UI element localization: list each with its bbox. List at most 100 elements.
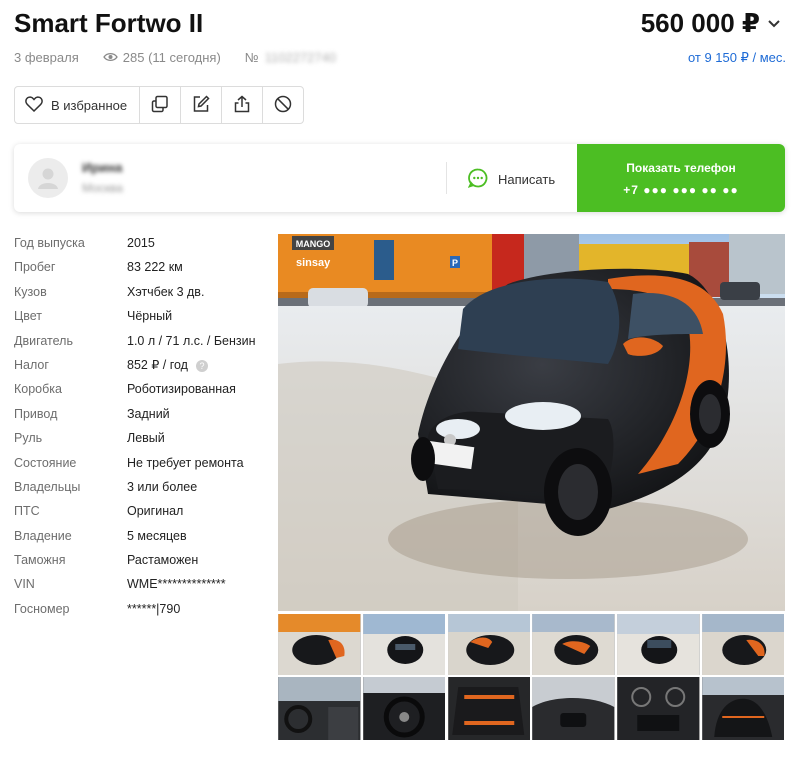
parking-sign: P <box>452 258 458 268</box>
spec-row: Состояние Не требует ремонта <box>14 454 269 473</box>
divider <box>446 162 447 194</box>
spec-value: 5 месяцев <box>127 528 187 543</box>
spec-row: Двигатель 1.0 л / 71 л.с. / Бензин <box>14 332 269 351</box>
price[interactable]: 560 000 ₽ <box>641 8 780 39</box>
seller-card: Ирина Москва Написать Показать телефон +… <box>14 144 785 212</box>
spec-row: Пробег 83 222 км <box>14 258 269 277</box>
note-button[interactable] <box>181 87 223 123</box>
price-value: 560 000 ₽ <box>640 8 760 38</box>
thumbnail[interactable] <box>278 614 361 675</box>
spec-key: Владение <box>14 528 72 543</box>
views-count: 285 (11 сегодня) <box>102 50 221 65</box>
spec-row: Коробка Роботизированная <box>14 380 269 399</box>
views-text: 285 (11 сегодня) <box>122 50 221 65</box>
spec-key: Год выпуска <box>14 236 85 250</box>
spec-value: Роботизированная <box>127 382 236 397</box>
copy-icon <box>151 95 169 116</box>
seller-name[interactable]: Ирина <box>82 160 122 175</box>
specs-table: Год выпуска 2015 Пробег 83 222 км Кузов Хэт… <box>14 234 269 624</box>
spec-key: Руль <box>14 431 43 446</box>
spec-key: Цвет <box>14 309 43 324</box>
thumbnail[interactable] <box>701 614 785 675</box>
thumbnail[interactable] <box>362 614 446 675</box>
spec-key: VIN <box>14 577 35 592</box>
spec-value: Левый <box>127 431 165 446</box>
spec-row: ПТС Оригинал <box>14 502 269 521</box>
spec-key: Пробег <box>14 260 56 275</box>
spec-value: Задний <box>127 406 170 421</box>
write-label: Написать <box>498 172 556 187</box>
spec-row: Год выпуска 2015 <box>14 234 269 253</box>
spec-key: Коробка <box>14 382 62 397</box>
spec-row: VIN WME************** <box>14 575 269 594</box>
spec-key: Таможня <box>14 553 66 568</box>
spec-row: Налог 852 ₽ / год? <box>14 356 269 375</box>
eye-icon <box>102 50 118 65</box>
spec-row: Руль Левый <box>14 429 269 448</box>
spec-value: Оригинал <box>127 504 184 519</box>
write-message-button[interactable]: Написать <box>467 168 556 191</box>
listing-date: 3 февраля <box>14 50 79 65</box>
compare-button[interactable] <box>140 87 182 123</box>
tax-value: 852 ₽ / год <box>127 357 188 372</box>
thumbnail[interactable] <box>362 677 446 740</box>
edit-icon <box>192 94 210 116</box>
spec-row: Владение 5 месяцев <box>14 527 269 546</box>
thumbnail[interactable] <box>617 677 700 740</box>
spec-row: Владельцы 3 или более <box>14 478 269 497</box>
show-phone-label: Показать телефон <box>626 161 736 175</box>
spec-row: Привод Задний <box>14 405 269 424</box>
listing-id: № 1102272740 <box>245 50 336 65</box>
credit-link[interactable]: от 9 150 ₽ / мес. <box>688 50 786 66</box>
spec-row: Госномер ******|790 <box>14 600 269 619</box>
action-toolbar: В избранное <box>14 86 305 124</box>
chevron-down-icon[interactable] <box>768 15 780 33</box>
thumbnail[interactable] <box>617 614 700 675</box>
thumbnail[interactable] <box>532 614 615 675</box>
spec-value: 852 ₽ / год? <box>127 356 269 375</box>
store-sign-sinsay: sinsay <box>296 257 331 269</box>
main-photo[interactable]: MANGO sinsay P <box>278 234 785 611</box>
chat-icon <box>467 168 488 191</box>
thumbnail-gallery <box>278 614 785 740</box>
spec-value: WME************** <box>127 577 226 592</box>
store-sign-mango: MANGO <box>296 239 331 249</box>
thumbnail[interactable] <box>278 677 361 740</box>
listing-id-value: 1102272740 <box>264 50 337 65</box>
spec-value: Растаможен <box>127 553 199 568</box>
spec-row: Кузов Хэтчбек 3 дв. <box>14 283 269 302</box>
page-title: Smart Fortwo II <box>14 8 204 38</box>
avatar[interactable] <box>28 158 68 198</box>
spec-key: Двигатель <box>14 333 73 348</box>
spec-value: Чёрный <box>127 309 173 324</box>
spec-key: Налог <box>14 357 49 372</box>
spec-value: 3 или более <box>127 479 198 494</box>
spec-key: Кузов <box>14 284 47 299</box>
heart-icon <box>25 95 43 115</box>
show-phone-button[interactable]: Показать телефон +7 ●●● ●●● ●● ●● <box>577 144 785 212</box>
spec-key: Госномер <box>14 601 70 616</box>
spec-value: ******|790 <box>127 601 181 616</box>
thumbnail[interactable] <box>701 677 785 740</box>
spec-row: Цвет Чёрный <box>14 307 269 326</box>
spec-value: 83 222 км <box>127 260 183 275</box>
spec-value[interactable]: Хэтчбек 3 дв. <box>127 283 269 302</box>
thumbnail[interactable] <box>447 614 531 675</box>
share-icon <box>233 95 251 116</box>
seller-city: Москва <box>82 181 123 195</box>
thumbnail[interactable] <box>532 677 615 740</box>
spec-value: 2015 <box>127 236 155 250</box>
spec-row: Таможня Растаможен <box>14 551 269 570</box>
hide-button[interactable] <box>263 87 303 123</box>
listing-id-label: № <box>244 50 259 65</box>
help-icon[interactable]: ? <box>195 359 208 372</box>
spec-value: 1.0 л / 71 л.с. / Бензин <box>127 333 256 348</box>
thumbnail[interactable] <box>447 677 531 740</box>
favorite-label: В избранное <box>51 97 128 113</box>
spec-value: Не требует ремонта <box>127 455 244 470</box>
favorite-button[interactable]: В избранное <box>15 87 141 123</box>
share-button[interactable] <box>222 87 264 123</box>
phone-masked: +7 ●●● ●●● ●● ●● <box>623 183 739 197</box>
spec-key: ПТС <box>14 504 40 519</box>
listing-meta: 3 февраля 285 (11 сегодня) № 1102272740 <box>14 50 336 65</box>
